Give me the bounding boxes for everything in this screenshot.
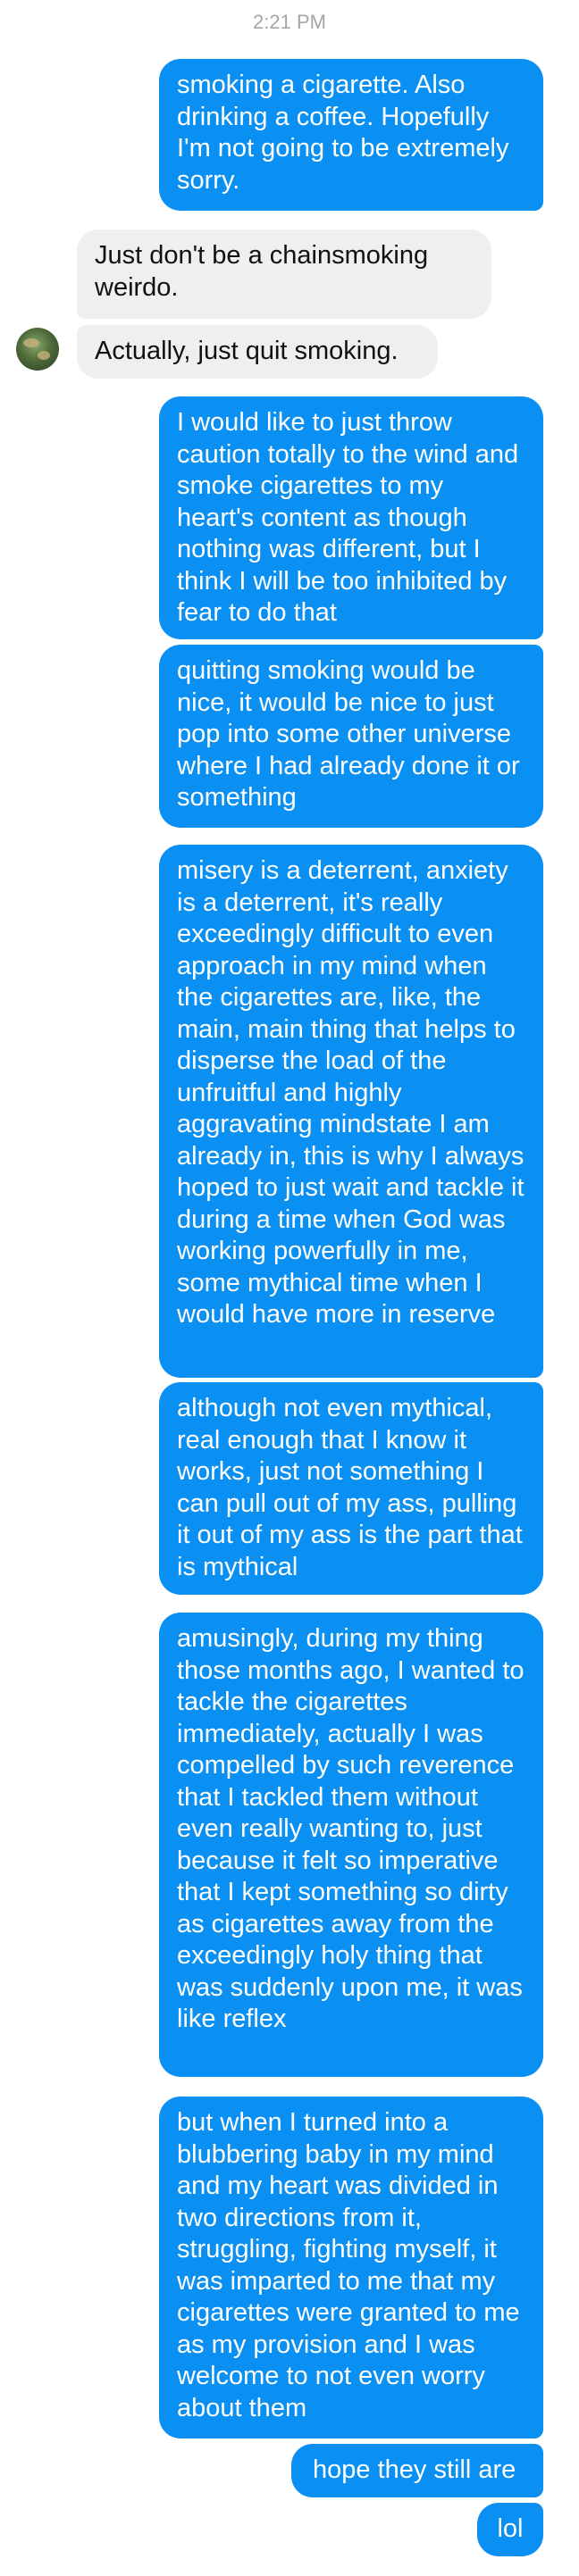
message-bubble-outgoing[interactable]: amusingly, during my thing those months … [159, 1613, 543, 2077]
message-text: although not even mythical, real enough … [177, 1394, 523, 1581]
message-text: smoking a cigarette. Also drinking a cof… [177, 71, 509, 195]
message-bubble-incoming[interactable]: Actually, just quit smoking. [77, 325, 438, 379]
message-text: hope they still are [313, 2455, 516, 2484]
message-text: Just don't be a chainsmoking weirdo. [95, 241, 429, 302]
message-text: but when I turned into a blubbering baby… [177, 2108, 520, 2422]
contact-avatar[interactable] [16, 328, 59, 371]
message-bubble-outgoing[interactable]: misery is a deterrent, anxiety is a dete… [159, 845, 543, 1378]
message-text: quitting smoking would be nice, it would… [177, 656, 520, 812]
message-bubble-incoming[interactable]: Just don't be a chainsmoking weirdo. [77, 229, 491, 319]
message-bubble-outgoing[interactable]: hope they still are [291, 2444, 543, 2497]
message-bubble-outgoing[interactable]: but when I turned into a blubbering baby… [159, 2097, 543, 2438]
message-text: I would like to just throw caution total… [177, 408, 519, 627]
message-bubble-outgoing[interactable]: although not even mythical, real enough … [159, 1382, 543, 1595]
message-text: Actually, just quit smoking. [95, 337, 399, 365]
message-bubble-outgoing[interactable]: smoking a cigarette. Also drinking a cof… [159, 59, 543, 211]
message-bubble-outgoing[interactable]: lol [477, 2503, 543, 2556]
message-bubble-outgoing[interactable]: I would like to just throw caution total… [159, 396, 543, 639]
timestamp: 2:21 PM [253, 11, 326, 33]
message-text: amusingly, during my thing those months … [177, 1624, 524, 2033]
message-text: lol [497, 2514, 524, 2543]
message-text: misery is a deterrent, anxiety is a dete… [177, 856, 524, 1329]
message-bubble-outgoing[interactable]: quitting smoking would be nice, it would… [159, 645, 543, 828]
